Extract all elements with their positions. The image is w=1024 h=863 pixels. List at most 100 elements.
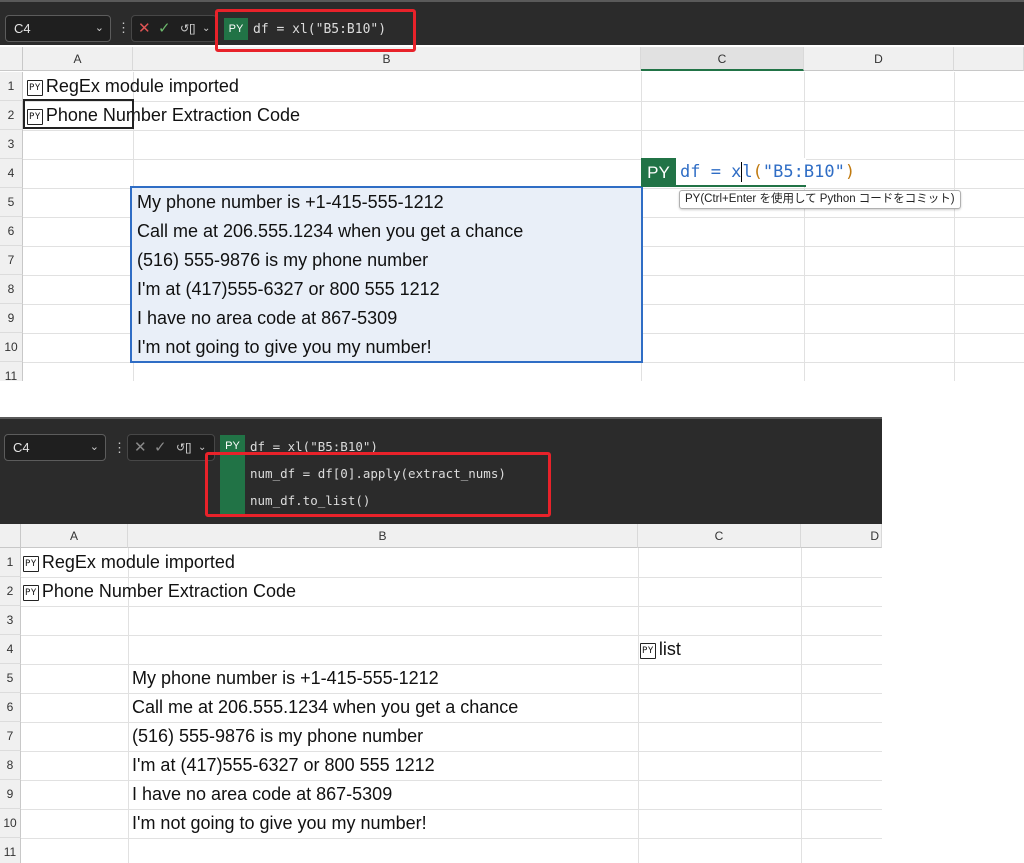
column-header-c[interactable]: C [641, 47, 804, 71]
name-box[interactable]: C4 ⌄ [5, 15, 111, 42]
gridline [21, 838, 882, 839]
gridline [21, 664, 882, 665]
formula-actions: ✕ ✓ ↺[] ⌄ [127, 434, 215, 461]
cell-b9[interactable]: I have no area code at 867-5309 [137, 308, 397, 329]
row-header[interactable]: 9 [0, 780, 21, 809]
name-box-value: C4 [13, 440, 30, 455]
row-header[interactable]: 4 [0, 635, 21, 664]
cell-c4-editor[interactable]: PY df = xl("B5:B10") [641, 158, 855, 187]
cell-b5[interactable]: My phone number is +1-415-555-1212 [132, 668, 439, 689]
commit-tooltip: PY(Ctrl+Enter を使用して Python コードをコミット) [679, 190, 961, 209]
python-cell-icon: PY [23, 556, 39, 572]
cell-b5[interactable]: My phone number is +1-415-555-1212 [137, 192, 444, 213]
cell-a1-text: RegEx module imported [41, 552, 235, 572]
enter-check-icon[interactable]: ✓ [158, 19, 171, 39]
formula-actions: ✕ ✓ ↺[] ⌄ [131, 15, 217, 42]
row-header[interactable]: 1 [0, 548, 21, 577]
cell-c4-code[interactable]: df = xl("B5:B10") [680, 160, 855, 184]
row-header[interactable]: 1 [0, 72, 23, 101]
python-cell-icon: PY [640, 643, 656, 659]
name-box-value: C4 [14, 21, 31, 36]
row-header[interactable]: 11 [0, 362, 23, 381]
chevron-down-icon[interactable]: ⌄ [95, 16, 104, 41]
column-header-a[interactable]: A [21, 524, 128, 548]
excel-window-top: C4 ⌄ ⋮ ✕ ✓ ↺[] ⌄ PY df = xl("B5:B10") A … [0, 0, 1024, 381]
column-header-a[interactable]: A [23, 47, 133, 71]
cancel-icon[interactable]: ✕ [138, 19, 151, 39]
row-header[interactable]: 7 [0, 246, 23, 275]
cancel-icon[interactable]: ✕ [134, 438, 147, 458]
cell-c4-text: list [658, 639, 681, 659]
gridline [638, 548, 639, 863]
more-options-icon[interactable]: ⋮ [117, 20, 130, 36]
name-box[interactable]: C4 ⌄ [4, 434, 106, 461]
cell-a2-border [23, 99, 134, 129]
python-badge: PY [641, 158, 676, 187]
chevron-down-icon[interactable]: ⌄ [90, 435, 99, 460]
gridline [23, 159, 1024, 160]
worksheet-grid: A B C D 1 2 3 4 5 6 7 8 9 10 11 PY RegEx … [0, 524, 882, 863]
cell-b10[interactable]: I'm not going to give you my number! [137, 337, 432, 358]
row-header[interactable]: 4 [0, 159, 23, 188]
row-header[interactable]: 10 [0, 333, 23, 362]
gridline [954, 72, 955, 381]
column-header-c[interactable]: C [638, 524, 801, 548]
cell-a2-text: Phone Number Extraction Code [41, 581, 296, 601]
gridline [801, 548, 802, 863]
cell-a1-text: RegEx module imported [45, 76, 239, 96]
column-header-e[interactable] [954, 47, 1024, 71]
row-header[interactable]: 3 [0, 130, 23, 159]
python-cell-icon: PY [27, 80, 43, 96]
select-all-corner[interactable] [0, 524, 21, 548]
row-header[interactable]: 7 [0, 722, 21, 751]
row-header[interactable]: 5 [0, 188, 23, 217]
row-header[interactable]: 9 [0, 304, 23, 333]
enter-check-icon[interactable]: ✓ [154, 438, 167, 458]
row-header[interactable]: 6 [0, 693, 21, 722]
select-all-corner[interactable] [0, 47, 23, 71]
row-header[interactable]: 10 [0, 809, 21, 838]
cell-a2[interactable]: PY Phone Number Extraction Code [23, 581, 296, 602]
row-header[interactable]: 8 [0, 751, 21, 780]
row-header[interactable]: 2 [0, 577, 21, 606]
highlight-box-code [205, 452, 551, 517]
gridline [21, 693, 882, 694]
column-header-b[interactable]: B [128, 524, 638, 548]
cell-b6[interactable]: Call me at 206.555.1234 when you get a c… [137, 221, 523, 242]
column-header-d[interactable]: D [801, 524, 882, 548]
more-options-icon[interactable]: ⋮ [113, 440, 126, 456]
row-header[interactable]: 5 [0, 664, 21, 693]
worksheet-grid: A B C D 1 2 3 4 5 6 7 8 9 10 11 PY RegEx … [0, 47, 1024, 381]
cell-b10[interactable]: I'm not going to give you my number! [132, 813, 427, 834]
row-header[interactable]: 11 [0, 838, 21, 863]
gridline [23, 101, 1024, 102]
cell-b7[interactable]: (516) 555-9876 is my phone number [137, 250, 428, 271]
cell-c4[interactable]: PY list [640, 639, 681, 660]
cell-b8[interactable]: I'm at (417)555-6327 or 800 555 1212 [132, 755, 435, 776]
cell-a1[interactable]: PY RegEx module imported [27, 76, 239, 97]
gridline [21, 780, 882, 781]
row-header[interactable]: 2 [0, 101, 23, 130]
python-cell-icon: PY [23, 585, 39, 601]
row-header[interactable]: 3 [0, 606, 21, 635]
row-header[interactable]: 8 [0, 275, 23, 304]
cell-a1[interactable]: PY RegEx module imported [23, 552, 235, 573]
gridline [21, 809, 882, 810]
cell-b7[interactable]: (516) 555-9876 is my phone number [132, 726, 423, 747]
cell-b8[interactable]: I'm at (417)555-6327 or 800 555 1212 [137, 279, 440, 300]
cell-b9[interactable]: I have no area code at 867-5309 [132, 784, 392, 805]
column-header-d[interactable]: D [804, 47, 954, 71]
python-output-icon[interactable]: ↺[] [180, 19, 195, 39]
gridline [21, 722, 882, 723]
highlight-box-formula [215, 9, 416, 52]
gridline [21, 751, 882, 752]
row-header[interactable]: 6 [0, 217, 23, 246]
chevron-down-icon[interactable]: ⌄ [202, 19, 210, 39]
gridline [21, 635, 882, 636]
gridline [21, 606, 882, 607]
formula-bar: C4 ⌄ ⋮ ✕ ✓ ↺[] ⌄ PY df = xl("B5:B10") [0, 0, 1024, 45]
python-output-icon[interactable]: ↺[] [176, 438, 191, 458]
gridline [23, 130, 1024, 131]
cell-b6[interactable]: Call me at 206.555.1234 when you get a c… [132, 697, 518, 718]
gridline [804, 72, 805, 381]
